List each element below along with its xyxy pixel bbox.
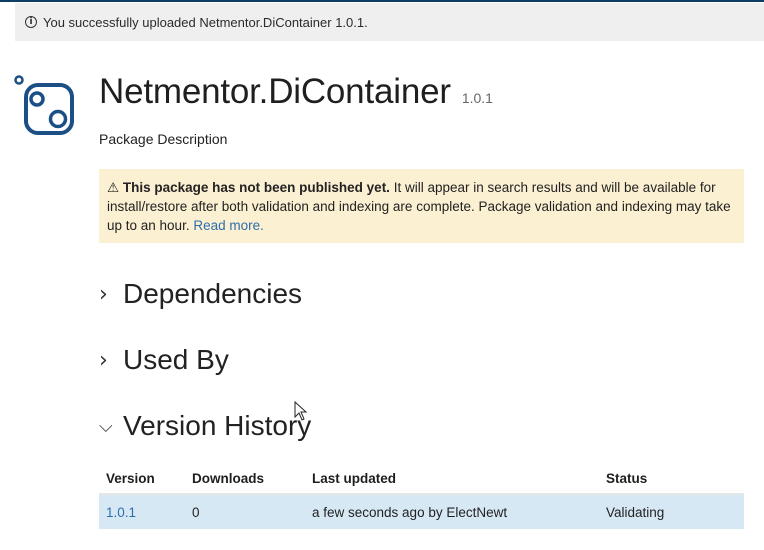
package-logo-icon [14, 75, 74, 135]
package-title: Netmentor.DiContainer [99, 72, 451, 111]
package-description: Package Description [99, 131, 228, 147]
package-title-row: Netmentor.DiContainer 1.0.1 [99, 72, 493, 112]
warning-title: This package has not been published yet. [122, 180, 390, 195]
unpublished-warning: ⚠ This package has not been published ye… [99, 169, 744, 243]
last-updated-cell: a few seconds ago by ElectNewt [305, 494, 599, 529]
warning-triangle-icon: ⚠ [107, 180, 120, 195]
chevron-right-icon: › [99, 281, 108, 307]
upload-success-alert: i You successfully uploaded Netmentor.Di… [15, 3, 764, 41]
version-link[interactable]: 1.0.1 [99, 494, 185, 529]
package-version: 1.0.1 [461, 90, 493, 106]
dependencies-section-toggle[interactable]: › Dependencies [99, 278, 302, 310]
version-history-heading: Version History [123, 410, 312, 441]
chevron-right-icon: › [99, 347, 108, 373]
top-border [0, 0, 764, 2]
version-history-section-toggle[interactable]: ⌵ Version History [99, 410, 311, 442]
used-by-section-toggle[interactable]: › Used By [99, 344, 229, 376]
column-header-downloads: Downloads [185, 464, 305, 495]
chevron-down-icon: ⌵ [99, 415, 113, 437]
downloads-cell: 0 [185, 494, 305, 529]
column-header-last-updated: Last updated [305, 464, 599, 495]
used-by-heading: Used By [123, 344, 229, 375]
status-cell: Validating [599, 494, 744, 529]
column-header-version: Version [99, 464, 185, 495]
read-more-link[interactable]: Read more. [193, 218, 264, 233]
info-circle-icon: i [25, 16, 37, 28]
dependencies-heading: Dependencies [123, 278, 303, 309]
column-header-status: Status [599, 464, 744, 495]
mouse-cursor-icon [294, 401, 308, 421]
version-history-table: Version Downloads Last updated Status 1.… [99, 464, 744, 529]
table-header-row: Version Downloads Last updated Status [99, 464, 744, 495]
alert-text: You successfully uploaded Netmentor.DiCo… [43, 14, 368, 30]
table-row: 1.0.1 0 a few seconds ago by ElectNewt V… [99, 494, 744, 529]
